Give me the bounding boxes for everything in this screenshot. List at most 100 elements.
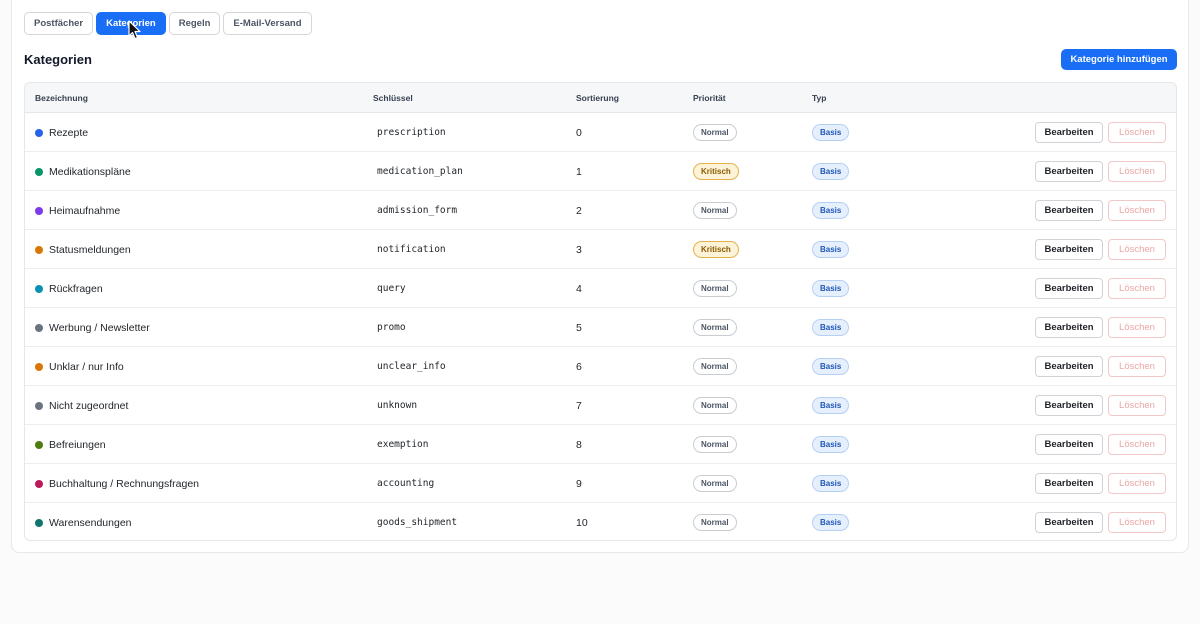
priority-badge: Kritisch	[693, 163, 739, 180]
table-row: Werbung / Newsletter promo 5 Normal Basi…	[25, 308, 1176, 347]
tab-regeln[interactable]: Regeln	[168, 12, 221, 35]
category-name: Rückfragen	[49, 282, 103, 295]
edit-button[interactable]: Bearbeiten	[1035, 356, 1103, 377]
priority-cell: Normal	[693, 425, 737, 464]
type-cell: Basis	[812, 269, 850, 308]
priority-cell: Normal	[693, 113, 737, 152]
row-actions: Bearbeiten Löschen	[1035, 425, 1166, 464]
category-sort-order: 2	[576, 204, 582, 217]
table-row: Statusmeldungen notification 3 Kritisch …	[25, 230, 1176, 269]
delete-button[interactable]: Löschen	[1108, 356, 1166, 377]
table-row: Buchhaltung / Rechnungsfragen accounting…	[25, 464, 1176, 503]
priority-cell: Normal	[693, 503, 737, 540]
category-sort-order: 6	[576, 360, 582, 373]
type-cell: Basis	[812, 347, 850, 386]
row-actions: Bearbeiten Löschen	[1035, 113, 1166, 152]
category-name-cell: Nicht zugeordnet	[35, 386, 128, 425]
category-color-dot-icon	[35, 440, 43, 449]
table-row: Rezepte prescription 0 Normal Basis Bear…	[25, 113, 1176, 152]
category-key: promo	[377, 322, 406, 333]
delete-button[interactable]: Löschen	[1108, 239, 1166, 260]
row-actions: Bearbeiten Löschen	[1035, 347, 1166, 386]
table-row: Unklar / nur Info unclear_info 6 Normal …	[25, 347, 1176, 386]
edit-button[interactable]: Bearbeiten	[1035, 122, 1103, 143]
delete-button[interactable]: Löschen	[1108, 473, 1166, 494]
category-name-cell: Rückfragen	[35, 269, 103, 308]
edit-button[interactable]: Bearbeiten	[1035, 473, 1103, 494]
table-row: Medikationspläne medication_plan 1 Kriti…	[25, 152, 1176, 191]
category-name-cell: Heimaufnahme	[35, 191, 120, 230]
type-badge: Basis	[812, 475, 850, 492]
category-key: exemption	[377, 439, 429, 450]
delete-button[interactable]: Löschen	[1108, 512, 1166, 533]
delete-button[interactable]: Löschen	[1108, 434, 1166, 455]
category-color-dot-icon	[35, 479, 43, 488]
type-badge: Basis	[812, 358, 850, 375]
priority-badge: Normal	[693, 202, 737, 219]
tab-postfaecher[interactable]: Postfächer	[24, 12, 94, 35]
edit-button[interactable]: Bearbeiten	[1035, 395, 1103, 416]
page-title: Kategorien	[24, 52, 92, 67]
table-row: Heimaufnahme admission_form 2 Normal Bas…	[25, 191, 1176, 230]
categories-table: Bezeichnung Schlüssel Sortierung Priorit…	[24, 82, 1177, 541]
table-row: Rückfragen query 4 Normal Basis Bearbeit…	[25, 269, 1176, 308]
category-name-cell: Statusmeldungen	[35, 230, 131, 269]
category-sort-order: 7	[576, 399, 582, 412]
priority-cell: Normal	[693, 386, 737, 425]
priority-cell: Normal	[693, 269, 737, 308]
category-key: notification	[377, 244, 446, 255]
type-cell: Basis	[812, 503, 850, 540]
mouse-cursor-icon	[128, 20, 141, 40]
type-cell: Basis	[812, 113, 850, 152]
column-header-sortierung: Sortierung	[576, 93, 619, 103]
priority-cell: Normal	[693, 308, 737, 347]
edit-button[interactable]: Bearbeiten	[1035, 434, 1103, 455]
priority-cell: Kritisch	[693, 152, 739, 191]
delete-button[interactable]: Löschen	[1108, 200, 1166, 221]
delete-button[interactable]: Löschen	[1108, 278, 1166, 299]
category-sort-order: 10	[576, 516, 588, 529]
category-sort-order: 5	[576, 321, 582, 334]
edit-button[interactable]: Bearbeiten	[1035, 239, 1103, 260]
row-actions: Bearbeiten Löschen	[1035, 191, 1166, 230]
column-header-typ: Typ	[812, 93, 827, 103]
edit-button[interactable]: Bearbeiten	[1035, 512, 1103, 533]
category-name: Rezepte	[49, 126, 89, 139]
delete-button[interactable]: Löschen	[1108, 395, 1166, 416]
delete-button[interactable]: Löschen	[1108, 161, 1166, 182]
tab-email-versand[interactable]: E-Mail-Versand	[223, 12, 312, 35]
type-cell: Basis	[812, 425, 850, 464]
type-badge: Basis	[812, 436, 850, 453]
edit-button[interactable]: Bearbeiten	[1035, 278, 1103, 299]
row-actions: Bearbeiten Löschen	[1035, 464, 1166, 503]
edit-button[interactable]: Bearbeiten	[1035, 161, 1103, 182]
category-sort-order: 9	[576, 477, 582, 490]
priority-cell: Kritisch	[693, 230, 739, 269]
category-color-dot-icon	[35, 206, 43, 215]
category-key: goods_shipment	[377, 517, 458, 528]
priority-badge: Normal	[693, 124, 737, 141]
tab-bar: Postfächer Kategorien Regeln E-Mail-Vers…	[24, 12, 312, 35]
column-header-schluessel: Schlüssel	[373, 93, 413, 103]
type-cell: Basis	[812, 230, 850, 269]
type-badge: Basis	[812, 280, 850, 297]
category-sort-order: 3	[576, 243, 582, 256]
type-badge: Basis	[812, 124, 850, 141]
category-sort-order: 1	[576, 165, 582, 178]
delete-button[interactable]: Löschen	[1108, 317, 1166, 338]
category-color-dot-icon	[35, 401, 43, 410]
priority-cell: Normal	[693, 464, 737, 503]
delete-button[interactable]: Löschen	[1108, 122, 1166, 143]
category-sort-order: 0	[576, 126, 582, 139]
table-body: Rezepte prescription 0 Normal Basis Bear…	[25, 113, 1176, 540]
category-name-cell: Befreiungen	[35, 425, 106, 464]
add-category-button[interactable]: Kategorie hinzufügen	[1061, 49, 1177, 70]
category-color-dot-icon	[35, 323, 43, 332]
edit-button[interactable]: Bearbeiten	[1035, 317, 1103, 338]
priority-badge: Normal	[693, 397, 737, 414]
type-badge: Basis	[812, 241, 850, 258]
category-color-dot-icon	[35, 128, 43, 137]
category-name: Nicht zugeordnet	[49, 399, 129, 412]
category-color-dot-icon	[35, 167, 43, 176]
edit-button[interactable]: Bearbeiten	[1035, 200, 1103, 221]
